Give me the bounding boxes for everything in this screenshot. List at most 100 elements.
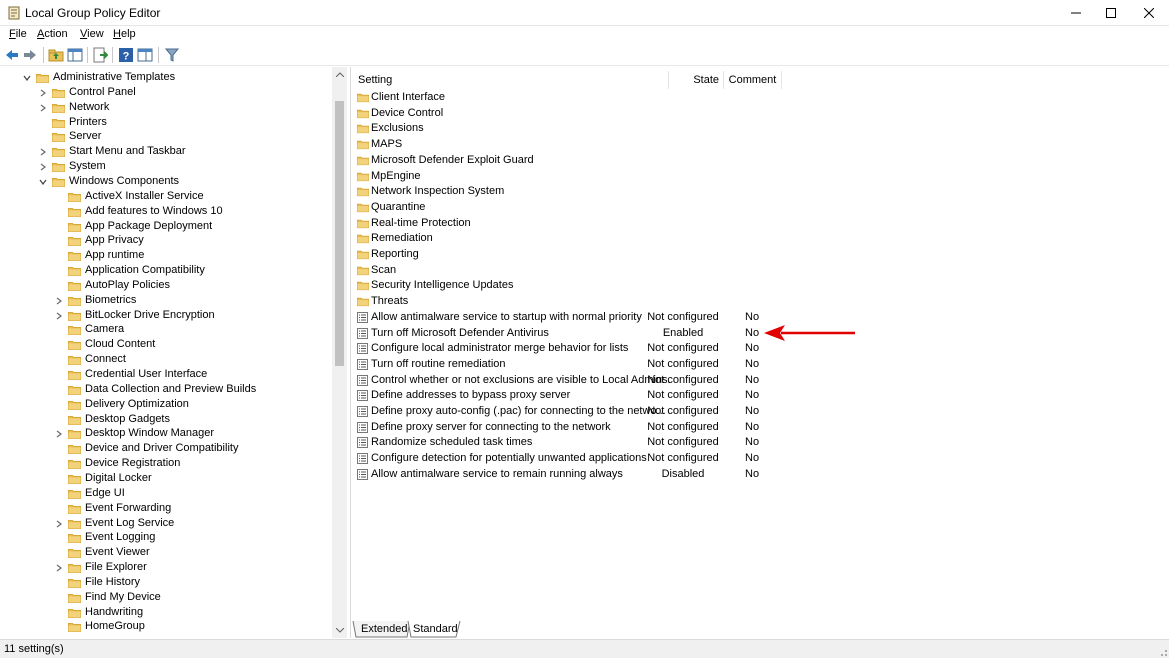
maximize-button[interactable] (1092, 0, 1130, 26)
filter-icon[interactable] (164, 47, 180, 63)
tree-expander[interactable] (54, 296, 64, 306)
list-item-folder[interactable]: Client Interface (355, 90, 795, 105)
menu-help[interactable]: Help (113, 28, 136, 40)
tree-item[interactable]: Biometrics (0, 293, 330, 308)
tree-expander[interactable] (38, 147, 48, 157)
list-item-folder[interactable]: Real-time Protection (355, 216, 795, 231)
tree-expander[interactable] (38, 88, 48, 98)
tree-expander[interactable] (54, 563, 64, 573)
tree-item[interactable]: Data Collection and Preview Builds (0, 382, 330, 397)
tree-item[interactable]: Control Panel (0, 85, 330, 100)
tree-item[interactable]: Desktop Window Manager (0, 426, 330, 441)
scroll-up-button[interactable] (332, 67, 347, 82)
tree-item[interactable]: Event Viewer (0, 545, 330, 560)
tree-item[interactable]: Printers (0, 115, 330, 130)
tree-item[interactable]: Add features to Windows 10 (0, 204, 330, 219)
list-item-folder[interactable]: Remediation (355, 231, 795, 246)
tree-expander[interactable] (22, 73, 32, 83)
list-item-folder[interactable]: Quarantine (355, 200, 795, 215)
tree-scrollbar[interactable] (332, 67, 347, 638)
tree-item[interactable]: Device Registration (0, 456, 330, 471)
setting-row[interactable]: Configure local administrator merge beha… (355, 341, 775, 356)
tree-item[interactable]: Camera (0, 322, 330, 337)
extended-view-icon[interactable] (137, 47, 153, 63)
list-item-folder[interactable]: Exclusions (355, 121, 795, 136)
help-icon[interactable]: ? (118, 47, 134, 63)
list-item-folder[interactable]: Scan (355, 263, 795, 278)
tree-item[interactable]: File History (0, 575, 330, 590)
tree-expander[interactable] (38, 162, 48, 172)
minimize-button[interactable] (1057, 0, 1095, 26)
setting-row[interactable]: Define addresses to bypass proxy server N… (355, 388, 775, 403)
tree-item[interactable]: BitLocker Drive Encryption (0, 308, 330, 323)
up-folder-icon[interactable] (48, 47, 64, 63)
scroll-down-button[interactable] (332, 623, 347, 638)
list-item-folder[interactable]: Microsoft Defender Exploit Guard (355, 153, 795, 168)
tree-item[interactable]: Administrative Templates (0, 70, 330, 85)
tree-item[interactable]: Event Forwarding (0, 501, 330, 516)
setting-row[interactable]: Define proxy auto-config (.pac) for conn… (355, 404, 775, 419)
tree-expander[interactable] (54, 429, 64, 439)
menu-action[interactable]: Action (37, 28, 68, 40)
tree-expander[interactable] (38, 103, 48, 113)
list-item-folder[interactable]: Network Inspection System (355, 184, 795, 199)
column-header-setting[interactable]: Setting (351, 71, 669, 89)
list-item-folder[interactable]: Threats (355, 294, 795, 309)
scrollbar-thumb[interactable] (335, 101, 344, 366)
setting-row[interactable]: Allow antimalware service to startup wit… (355, 310, 775, 325)
tree-item[interactable]: App runtime (0, 248, 330, 263)
tree-item[interactable]: Credential User Interface (0, 367, 330, 382)
tree-item[interactable]: ActiveX Installer Service (0, 189, 330, 204)
setting-row[interactable]: Turn off Microsoft Defender Antivirus Ena… (355, 326, 775, 341)
column-header-state[interactable]: State (669, 71, 724, 89)
setting-row[interactable]: Turn off routine remediation Not configur… (355, 357, 775, 372)
tree-item[interactable]: Event Logging (0, 530, 330, 545)
close-button[interactable] (1130, 0, 1168, 26)
tree-item[interactable]: Edge UI (0, 486, 330, 501)
setting-row[interactable]: Control whether or not exclusions are vi… (355, 373, 775, 388)
tree-expander[interactable] (54, 311, 64, 321)
tree-item[interactable]: Cloud Content (0, 337, 330, 352)
tree-expander[interactable] (38, 177, 48, 187)
tree-item[interactable]: App Privacy (0, 233, 330, 248)
list-item-folder[interactable]: MAPS (355, 137, 795, 152)
tree-expander[interactable] (54, 519, 64, 529)
tree-item[interactable]: Digital Locker (0, 471, 330, 486)
tree-item[interactable]: AutoPlay Policies (0, 278, 330, 293)
tree-item[interactable]: File Explorer (0, 560, 330, 575)
setting-row[interactable]: Randomize scheduled task times Not config… (355, 435, 775, 450)
column-header-comment[interactable]: Comment (724, 71, 782, 89)
tree-item[interactable]: HomeGroup (0, 619, 330, 634)
tree-item[interactable]: Event Log Service (0, 516, 330, 531)
list-item-folder[interactable]: Security Intelligence Updates (355, 278, 795, 293)
menu-file[interactable]: File (9, 28, 27, 40)
tab-extended[interactable]: Extended (355, 621, 413, 638)
list-item-folder[interactable]: Device Control (355, 106, 795, 121)
tree-item[interactable]: Network (0, 100, 330, 115)
folder-icon (357, 172, 369, 181)
tree-item[interactable]: Desktop Gadgets (0, 412, 330, 427)
tree-item[interactable]: Connect (0, 352, 330, 367)
export-list-icon[interactable] (92, 47, 108, 63)
resize-grip-icon[interactable] (1153, 640, 1169, 658)
tree-item[interactable]: Start Menu and Taskbar (0, 144, 330, 159)
tab-standard[interactable]: Standard (407, 621, 464, 638)
tree-item[interactable]: Server (0, 129, 330, 144)
list-item-folder[interactable]: MpEngine (355, 169, 795, 184)
setting-row[interactable]: Configure detection for potentially unwa… (355, 451, 775, 466)
tree-item[interactable]: Windows Components (0, 174, 330, 189)
menu-view[interactable]: View (80, 28, 104, 40)
tree-item[interactable]: System (0, 159, 330, 174)
forward-icon[interactable] (22, 47, 38, 63)
tree-item[interactable]: Find My Device (0, 590, 330, 605)
tree-item[interactable]: Handwriting (0, 605, 330, 620)
setting-row[interactable]: Define proxy server for connecting to th… (355, 420, 775, 435)
list-item-folder[interactable]: Reporting (355, 247, 795, 262)
tree-item[interactable]: Application Compatibility (0, 263, 330, 278)
tree-item[interactable]: Device and Driver Compatibility (0, 441, 330, 456)
tree-item[interactable]: App Package Deployment (0, 219, 330, 234)
setting-row[interactable]: Allow antimalware service to remain runn… (355, 467, 775, 482)
back-icon[interactable] (4, 47, 20, 63)
show-hide-tree-icon[interactable] (67, 47, 83, 63)
tree-item[interactable]: Delivery Optimization (0, 397, 330, 412)
